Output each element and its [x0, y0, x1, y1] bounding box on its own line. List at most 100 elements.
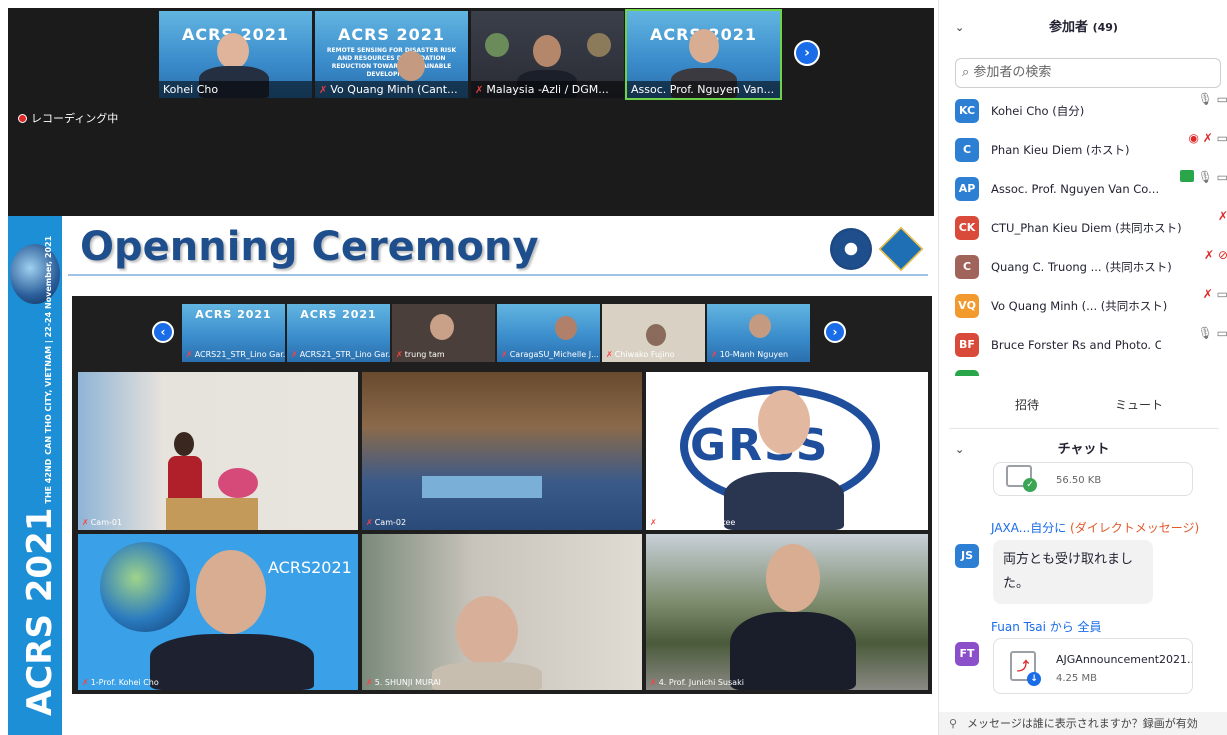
participant-search-input[interactable]: ⌕ 参加者の検索	[955, 58, 1221, 88]
chevron-down-icon[interactable]: ⌄	[955, 8, 964, 48]
grid-tile: ✗ 5. SHUNJI MURAI	[362, 534, 642, 690]
video-off-icon: ⊘	[1217, 248, 1227, 262]
invite-button[interactable]: 招待	[997, 392, 1057, 418]
inner-tile: ✗ Chiwako Fujino	[602, 304, 705, 362]
video-tile[interactable]: ACRS 2021 Kohei Cho	[159, 11, 312, 98]
participant-status-icons: ◉ ✗ ▭	[1188, 131, 1227, 145]
tile-name: ✗ Malaysia -Azli / DGM...	[471, 81, 624, 98]
grid-tile: ✗ Cam-02	[362, 372, 642, 530]
mic-muted-icon: ✗	[1202, 287, 1213, 301]
chat-sender: JAXA...自分に (ダイレクトメッセージ)	[991, 521, 1200, 535]
chat-visibility-notice[interactable]: ⚲ メッセージは誰に表示されますか？録画が有効	[939, 712, 1227, 735]
participant-name: Vo Quang Minh (... (共同ホスト)	[991, 299, 1168, 313]
globe-image	[100, 542, 190, 632]
participant-row[interactable]: AP Assoc. Prof. Nguyen Van Co... 🎙 ▭	[939, 170, 1227, 209]
participant-row[interactable]: VQ Vo Quang Minh (... (共同ホスト) ✗ ▭	[939, 287, 1227, 326]
participant-head	[217, 33, 249, 69]
mic-muted-icon: ✗	[475, 85, 484, 96]
participant-row[interactable]: CK CTU_Phan Kieu Diem (共同ホスト) ✗	[939, 209, 1227, 248]
file-icon: ✓	[1006, 465, 1037, 492]
file-size: 56.50 KB	[1056, 475, 1102, 486]
logo-diamond	[878, 226, 924, 272]
avatar: VQ	[955, 294, 979, 318]
mute-all-button[interactable]: ミュート	[1109, 392, 1169, 418]
recording-indicator: レコーディング中	[18, 110, 118, 126]
check-icon: ✓	[1023, 478, 1037, 492]
avatar: C	[955, 255, 979, 279]
participant-head	[533, 35, 561, 67]
shared-slide: ACRS 2021THE 42NDCAN THO CITY, VIETNAM |…	[8, 216, 934, 735]
video-tile[interactable]: ACRS 2021 REMOTE SENSING FOR DISASTER RI…	[315, 11, 468, 98]
search-icon: ⌕	[962, 65, 970, 80]
pdf-file-icon: ⤴ ↓	[1010, 651, 1041, 686]
tile-name: Assoc. Prof. Nguyen Van...	[627, 81, 780, 98]
participant-name: CTU_Phan Kieu Diem (共同ホスト)	[991, 221, 1181, 235]
chat-message: 両方とも受け取れました。	[993, 540, 1153, 604]
inner-meeting-grid: ‹ ACRS 2021 ✗ ACRS21_STR_Lino Gar... ACRS …	[72, 296, 932, 694]
participant-name: Kohei Cho (自分)	[991, 104, 1085, 118]
slide-side-text: ACRS 2021THE 42NDCAN THO CITY, VIETNAM |…	[20, 235, 60, 716]
logo-emblem	[830, 228, 872, 270]
participants-header: ⌄ 参加者 (49)	[939, 8, 1227, 48]
avatar: KC	[955, 99, 979, 123]
participant-name: Quang C. Truong ... (共同ホスト)	[991, 260, 1172, 274]
participant-name: Phan Kieu Diem (ホスト)	[991, 143, 1130, 157]
participant-status-icons: ✗ ⊘	[1204, 248, 1227, 262]
chevron-left-icon[interactable]: ‹	[152, 321, 174, 343]
inner-tile: ACRS 2021 ✗ ACRS21_STR_Lino Gar...	[287, 304, 390, 362]
video-tile-active[interactable]: ACRS 2021 Assoc. Prof. Nguyen Van...	[625, 9, 782, 100]
participant-row[interactable]: KC Kohei Cho (自分) 🎙 ▭	[939, 92, 1227, 131]
participant-name: Assoc. Prof. Nguyen Van Co...	[991, 182, 1160, 196]
side-panel: ⌄ 参加者 (49) ⌕ 参加者の検索 KC Kohei Cho (自分) 🎙 …	[938, 0, 1227, 735]
avatar: C	[955, 138, 979, 162]
participant-status-icons: ✗	[1218, 209, 1227, 223]
video-strip: ACRS 2021 Kohei Cho ACRS 2021 REMOTE SEN…	[8, 8, 934, 216]
file-size: 4.25 MB	[1056, 673, 1097, 684]
participant-row[interactable]: C Phan Kieu Diem (ホスト) ◉ ✗ ▭	[939, 131, 1227, 170]
circle-decoration	[485, 33, 509, 57]
banner-subtitle: REMOTE SENSING FOR DISASTER RISK AND RES…	[326, 47, 457, 78]
video-icon: ▭	[1216, 92, 1227, 106]
recording-label: レコーディング中	[31, 112, 119, 125]
video-icon: ▭	[1216, 170, 1227, 184]
avatar: JS	[955, 544, 979, 568]
chat-file-card[interactable]: ⤴ ↓ AJGAnnouncement2021.... 4.25 MB	[993, 638, 1193, 694]
participant-row[interactable]: BF Bruce Forster Rs and Photo. Co... 🎙 ▭	[939, 326, 1227, 365]
record-dot-icon	[18, 114, 27, 123]
participant-head	[689, 29, 719, 63]
mic-icon: 🎙	[1197, 326, 1213, 340]
chat-sender: Fuan Tsai から 全員	[991, 620, 1102, 634]
download-icon: ↓	[1027, 672, 1041, 686]
banner-title: ACRS 2021	[337, 25, 446, 44]
mic-muted-icon: ✗	[1217, 209, 1227, 223]
video-tile[interactable]: ✗ Malaysia -Azli / DGM...	[471, 11, 624, 98]
inner-tile: ACRS 2021 ✗ ACRS21_STR_Lino Gar...	[182, 304, 285, 362]
record-icon: ◉	[1188, 131, 1199, 145]
file-name: AJGAnnouncement2021....	[1056, 653, 1192, 666]
divider	[68, 274, 928, 276]
participant-status-icons: 🎙 ▭	[1179, 170, 1227, 184]
chevron-down-icon[interactable]: ⌄	[955, 430, 964, 470]
tile-name: ✗ Vo Quang Minh (Cant...	[315, 81, 468, 98]
chevron-right-icon[interactable]: ›	[824, 321, 846, 343]
participant-name: Bruce Forster Rs and Photo. Co...	[991, 338, 1161, 352]
slide-title: Openning Ceremony	[80, 224, 539, 270]
inner-tile: ✗ CaragaSU_Michelle J...	[497, 304, 600, 362]
participant-head	[397, 51, 425, 81]
video-icon: ▭	[1216, 326, 1227, 340]
chevron-right-icon[interactable]: ›	[794, 40, 820, 66]
participant-row[interactable]: C Quang C. Truong ... (共同ホスト) ✗ ⊘	[939, 248, 1227, 287]
slide-sidebar: ACRS 2021THE 42NDCAN THO CITY, VIETNAM |…	[8, 216, 62, 735]
avatar-partial	[955, 370, 979, 376]
circle-decoration	[587, 33, 611, 57]
avatar: CK	[955, 216, 979, 240]
grid-tile: GRSS ✗ 2-Dr. David Kunkee	[646, 372, 928, 530]
meeting-area: ACRS 2021 Kohei Cho ACRS 2021 REMOTE SEN…	[0, 0, 938, 735]
chat-file-card[interactable]: ✓ 56.50 KB	[993, 462, 1193, 496]
inner-tile: ✗ trung tam	[392, 304, 495, 362]
inner-tile: ✗ 10-Manh Nguyen	[707, 304, 810, 362]
mic-muted-icon: ✗	[1204, 248, 1215, 262]
avatar: BF	[955, 333, 979, 357]
grid-tile: ✗ 4. Prof. Junichi Susaki	[646, 534, 928, 690]
grid-tile: ✗ Cam-01	[78, 372, 358, 530]
